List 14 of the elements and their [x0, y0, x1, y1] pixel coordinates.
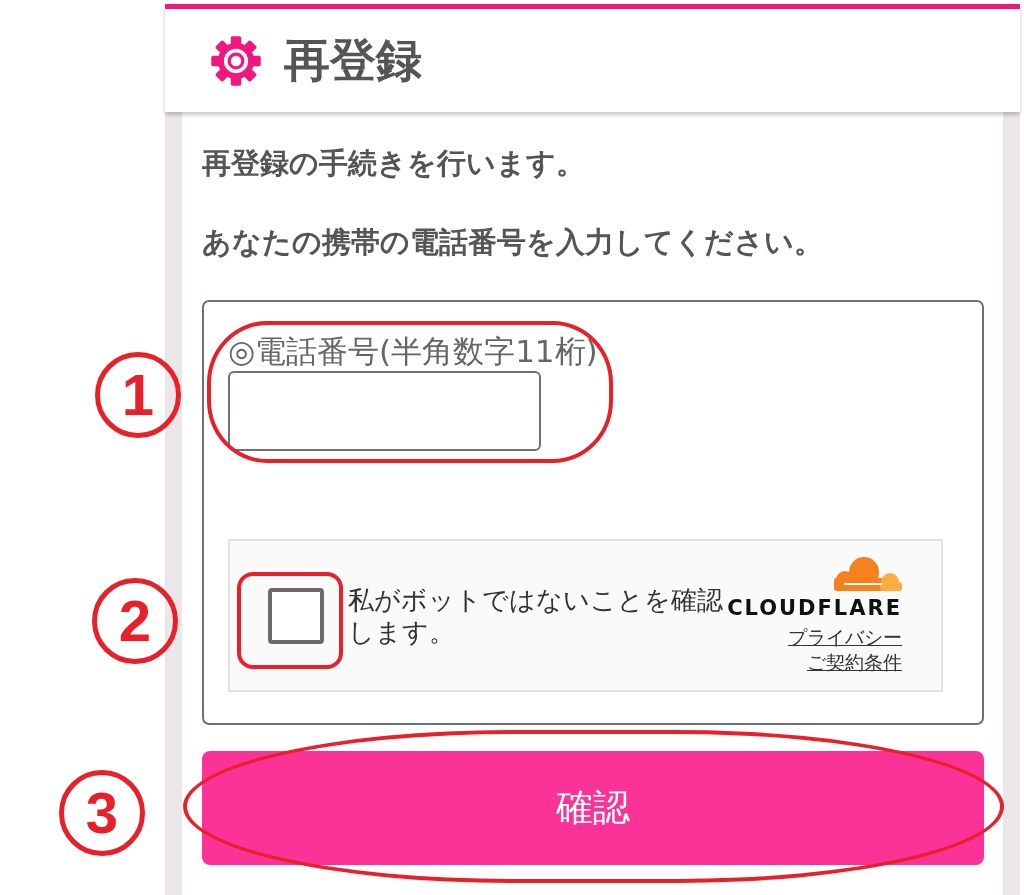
intro-text: あなたの携帯の電話番号を入力してください。 — [202, 224, 823, 260]
phone-input[interactable] — [228, 371, 541, 451]
page-title: 再登録 — [284, 35, 422, 86]
annotation-number: 2 — [92, 578, 178, 664]
brand-logo-text: CLOUDFLARE — [727, 595, 902, 621]
annotation-number: 1 — [95, 352, 181, 438]
captcha-text: 私がボットではないことを確認します。 — [348, 583, 724, 648]
annotation-number: 3 — [59, 770, 145, 856]
field-label: ◎電話番号(半角数字11桁) — [228, 334, 598, 368]
gear-icon — [210, 34, 262, 87]
captcha-link[interactable]: ご契約条件 — [807, 650, 902, 675]
intro-text: 再登録の手続きを行います。 — [202, 145, 585, 181]
captcha-link[interactable]: プライバシー — [788, 625, 902, 650]
checkbox[interactable] — [268, 587, 324, 644]
